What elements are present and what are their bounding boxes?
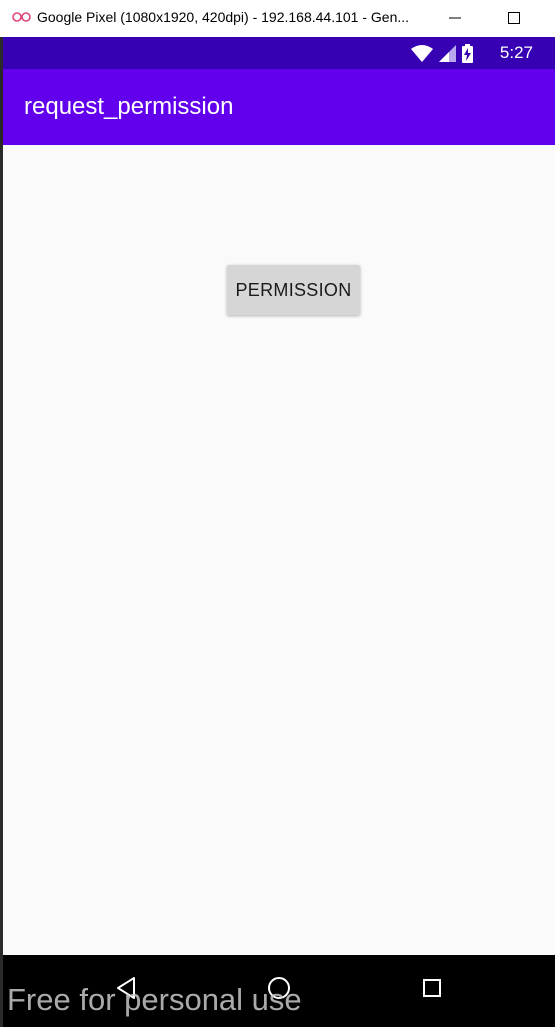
app-title: request_permission (24, 93, 234, 120)
recents-icon[interactable] (422, 978, 442, 998)
status-icons (411, 44, 473, 63)
minimize-button[interactable] (437, 4, 473, 32)
wifi-icon (411, 45, 433, 62)
battery-charging-icon (462, 44, 473, 63)
app-bar: request_permission (3, 69, 555, 145)
window-title: Google Pixel (1080x1920, 420dpi) - 192.1… (37, 9, 410, 25)
maximize-button[interactable] (496, 4, 532, 32)
minimize-icon (449, 17, 461, 19)
status-bar: 5:27 (3, 37, 555, 69)
cell-signal-icon (439, 45, 456, 62)
main-content: PERMISSION (3, 145, 555, 955)
watermark-text: Free for personal use (7, 982, 302, 1017)
window-titlebar: Google Pixel (1080x1920, 420dpi) - 192.1… (0, 0, 555, 37)
permission-button[interactable]: PERMISSION (227, 265, 360, 315)
genymotion-logo-icon (12, 12, 31, 22)
status-time: 5:27 (499, 43, 533, 62)
maximize-icon (508, 12, 520, 24)
